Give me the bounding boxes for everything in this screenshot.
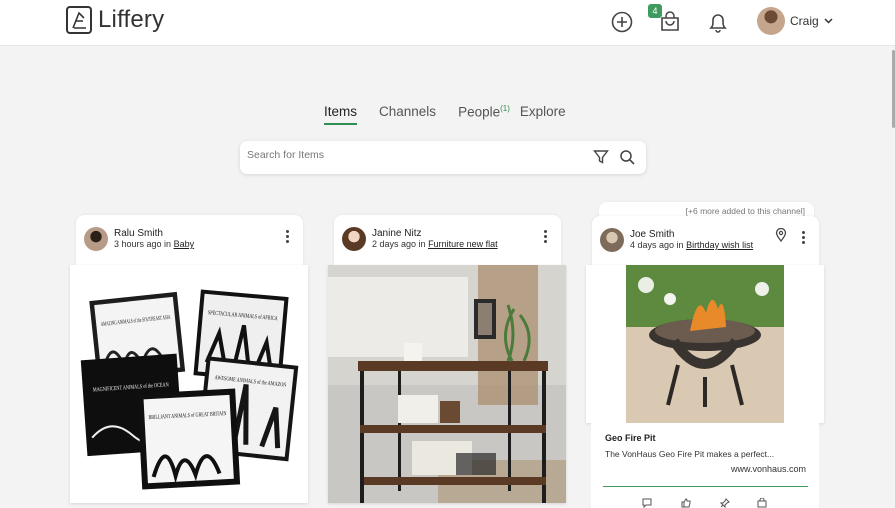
item-card-header: Joe Smith 4 days ago in Birthday wish li…: [592, 216, 819, 265]
comment-button[interactable]: [642, 495, 652, 508]
cart-count-badge: 4: [648, 4, 662, 18]
logo-text: Liffery: [98, 6, 165, 33]
card-meta: 3 hours ago in Baby: [114, 239, 194, 249]
item-title[interactable]: Geo Fire Pit: [605, 433, 656, 443]
card-user-name[interactable]: Janine Nitz: [372, 228, 421, 239]
item-image[interactable]: [328, 265, 566, 503]
item-description: The VonHaus Geo Fire Pit makes a perfect…: [605, 449, 775, 459]
tab-people[interactable]: People(1): [458, 104, 510, 125]
user-name: Craig: [790, 14, 819, 28]
item-image[interactable]: AMAZING ANIMALS of the SOUTHEAST ASIA SP…: [70, 265, 308, 503]
more-options-button[interactable]: [799, 230, 807, 246]
book-set-image: AMAZING ANIMALS of the SOUTHEAST ASIA SP…: [70, 265, 308, 503]
channel-link[interactable]: Baby: [174, 239, 195, 249]
pin-button[interactable]: [719, 495, 730, 508]
card-time: 2 days ago in: [372, 239, 426, 249]
card-meta: 4 days ago in Birthday wish list: [630, 240, 753, 250]
notifications-button[interactable]: [704, 8, 732, 36]
item-card-header: Janine Nitz 2 days ago in Furniture new …: [334, 215, 561, 265]
search-input[interactable]: [247, 149, 567, 161]
card-user-name[interactable]: Ralu Smith: [114, 228, 163, 239]
pin-icon: [719, 498, 730, 508]
divider: [603, 486, 808, 487]
item-actions: [591, 495, 819, 508]
item-domain-link[interactable]: www.vonhaus.com: [731, 464, 806, 474]
filter-icon: [593, 150, 609, 164]
add-item-button[interactable]: [608, 8, 636, 36]
search-button[interactable]: [619, 149, 635, 170]
fire-pit-image: [586, 265, 824, 423]
like-button[interactable]: [681, 495, 691, 508]
avatar[interactable]: [84, 227, 108, 251]
chevron-down-icon: [824, 18, 833, 24]
avatar[interactable]: [342, 227, 366, 251]
user-avatar: [757, 7, 785, 35]
more-options-button[interactable]: [541, 229, 549, 245]
logo[interactable]: Liffery: [66, 6, 164, 34]
item-card-header: Ralu Smith 3 hours ago in Baby: [76, 215, 303, 265]
card-time: 4 days ago in: [630, 240, 684, 250]
tab-channels[interactable]: Channels: [379, 104, 436, 125]
logo-icon: [66, 6, 92, 34]
item-image[interactable]: [586, 265, 824, 423]
user-menu[interactable]: Craig: [757, 5, 833, 37]
avatar[interactable]: [600, 228, 624, 252]
search-bar: [240, 141, 646, 174]
channel-link[interactable]: Furniture new flat: [428, 239, 498, 249]
filter-button[interactable]: [593, 149, 609, 170]
tab-explore[interactable]: Explore: [520, 104, 566, 125]
shopping-bag-icon: [661, 11, 679, 31]
tab-items[interactable]: Items: [324, 104, 358, 125]
plus-circle-icon: [611, 11, 633, 33]
comment-icon: [642, 498, 652, 508]
location-button[interactable]: [775, 227, 787, 247]
people-count-badge: (1): [500, 104, 510, 113]
item-detail-panel: Geo Fire Pit The VonHaus Geo Fire Pit ma…: [591, 423, 819, 508]
thumbs-up-icon: [681, 498, 691, 508]
console-table-image: [328, 265, 566, 503]
top-bar: Liffery 4 Craig: [0, 0, 895, 46]
location-pin-icon: [775, 227, 787, 243]
card-meta: 2 days ago in Furniture new flat: [372, 239, 498, 249]
card-time: 3 hours ago in: [114, 239, 172, 249]
search-icon: [620, 150, 635, 165]
basket-button[interactable]: 4: [648, 4, 684, 36]
more-options-button[interactable]: [283, 229, 291, 245]
tab-people-label: People: [458, 104, 501, 120]
shopping-bag-icon: [757, 497, 767, 508]
bell-icon: [709, 14, 727, 33]
content-tabs: Items Channels People(1) Explore: [324, 104, 588, 125]
channel-more-note[interactable]: [+6 more added to this channel]: [599, 202, 814, 216]
add-to-basket-button[interactable]: [757, 495, 767, 508]
channel-link[interactable]: Birthday wish list: [686, 240, 753, 250]
card-user-name[interactable]: Joe Smith: [630, 229, 674, 240]
